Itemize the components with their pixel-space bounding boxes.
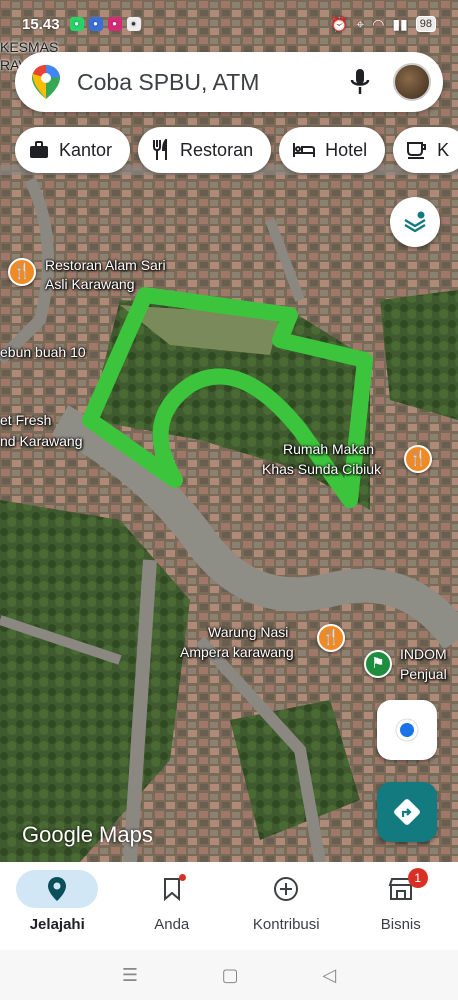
poi-label-fresh-1[interactable]: et Fresh bbox=[0, 411, 51, 429]
nav-tab-bisnis[interactable]: 1 Bisnis bbox=[344, 862, 458, 950]
poi-label-restoran-1[interactable]: Restoran Alam Sari bbox=[45, 256, 166, 274]
directions-button[interactable] bbox=[377, 782, 437, 842]
poi-label-rumah-makan-2[interactable]: Khas Sunda Cibiuk bbox=[262, 460, 381, 478]
restaurant-icon bbox=[153, 139, 168, 160]
bottom-navigation: Jelajahi Anda Kontribusi 1 Bisnis bbox=[0, 862, 458, 950]
add-circle-icon bbox=[274, 877, 299, 901]
signal-icon: ▮▮ bbox=[392, 15, 408, 32]
back-button[interactable]: ◁ bbox=[322, 965, 336, 986]
nav-label: Anda bbox=[154, 916, 190, 933]
chip-coffee[interactable]: K bbox=[393, 127, 458, 173]
wifi-icon: ◠ bbox=[372, 15, 385, 32]
restaurant-pin-icon[interactable]: 🍴 bbox=[404, 445, 432, 473]
search-bar[interactable]: Coba SPBU, ATM bbox=[15, 52, 443, 112]
nav-tab-jelajahi[interactable]: Jelajahi bbox=[0, 862, 115, 950]
nav-tab-anda[interactable]: Anda bbox=[115, 862, 230, 950]
chip-hotel[interactable]: Hotel bbox=[279, 127, 386, 173]
poi-label-warung-1[interactable]: Warung Nasi bbox=[208, 623, 288, 641]
poi-label-kebun[interactable]: ebun buah 10 bbox=[0, 343, 86, 361]
battery-indicator: 98 bbox=[415, 16, 436, 32]
app-icon: ● bbox=[126, 17, 141, 31]
whatsapp-icon: ● bbox=[69, 17, 84, 31]
chip-label: Restoran bbox=[180, 139, 254, 160]
my-location-button[interactable] bbox=[377, 700, 437, 760]
explore-pin-icon bbox=[48, 877, 67, 901]
search-input[interactable]: Coba SPBU, ATM bbox=[77, 69, 349, 96]
hotel-icon bbox=[293, 143, 316, 157]
system-navigation-bar: ☰ ▢ ◁ bbox=[0, 950, 458, 1000]
poi-label-fresh-2[interactable]: nd Karawang bbox=[0, 432, 83, 450]
flag-pin-icon[interactable]: ⚑ bbox=[364, 650, 392, 678]
app-icon: ● bbox=[88, 17, 103, 31]
nav-icon-container bbox=[16, 870, 99, 908]
chip-label: Kantor bbox=[59, 139, 113, 160]
maps-pin-logo-icon bbox=[32, 65, 60, 99]
poi-label-warung-2[interactable]: Ampera karawang bbox=[180, 643, 294, 661]
layers-icon bbox=[404, 211, 426, 233]
status-time: 15.43 bbox=[22, 15, 60, 33]
nav-label: Jelajahi bbox=[29, 916, 85, 933]
bookmark-icon bbox=[163, 878, 180, 901]
poi-label-indomaret-1[interactable]: INDOM bbox=[400, 645, 447, 663]
chip-restoran[interactable]: Restoran bbox=[138, 127, 272, 173]
avatar[interactable] bbox=[393, 63, 431, 101]
notification-badge: 1 bbox=[407, 868, 428, 888]
poi-label-restoran-2[interactable]: Asli Karawang bbox=[45, 275, 135, 293]
home-button[interactable]: ▢ bbox=[222, 965, 239, 986]
poi-label-indomaret-2[interactable]: Penjual bbox=[400, 665, 447, 683]
briefcase-icon bbox=[30, 141, 48, 158]
category-chips: Kantor Restoran Hotel K bbox=[15, 127, 458, 173]
google-maps-logo: Google Maps bbox=[22, 822, 153, 847]
instagram-icon: ● bbox=[107, 17, 122, 31]
nav-icon-container: 1 bbox=[360, 868, 442, 908]
nav-icon-container bbox=[131, 870, 213, 908]
my-location-icon bbox=[395, 718, 419, 742]
nav-tab-kontribusi[interactable]: Kontribusi bbox=[229, 862, 344, 950]
poi-label-rumah-makan-1[interactable]: Rumah Makan bbox=[283, 440, 374, 458]
chip-label: K bbox=[437, 139, 450, 160]
chip-kantor[interactable]: Kantor bbox=[15, 127, 131, 173]
location-icon: ⌖ bbox=[356, 15, 365, 32]
nav-icon-container bbox=[245, 870, 327, 908]
alarm-icon: ⏰ bbox=[330, 15, 349, 32]
microphone-icon[interactable] bbox=[349, 68, 371, 96]
nav-label: Kontribusi bbox=[252, 916, 320, 933]
notification-dot bbox=[178, 874, 186, 881]
coffee-icon bbox=[407, 142, 427, 159]
nav-label: Bisnis bbox=[380, 916, 421, 933]
restaurant-pin-icon[interactable]: 🍴 bbox=[317, 624, 345, 652]
status-bar: 15.43 ● ● ● ● ⏰ ⌖ ◠ ▮▮ 98 bbox=[0, 10, 458, 38]
menu-button[interactable]: ☰ bbox=[122, 965, 138, 986]
layers-button[interactable] bbox=[390, 197, 440, 247]
restaurant-pin-icon[interactable]: 🍴 bbox=[8, 258, 36, 286]
chip-label: Hotel bbox=[325, 139, 368, 160]
directions-icon bbox=[394, 799, 420, 825]
